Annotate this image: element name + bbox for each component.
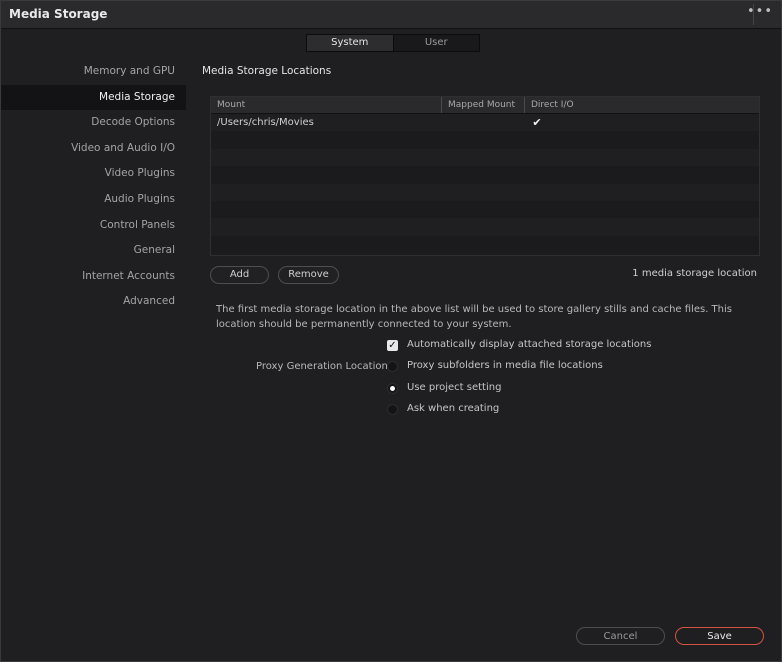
auto-display-checkbox[interactable]: ✓ [387, 340, 398, 351]
direct-io-cell[interactable]: ✔ [525, 114, 759, 131]
window-title: Media Storage [9, 7, 108, 21]
sidebar-item-control-panels[interactable]: Control Panels [1, 213, 186, 239]
radio-label: Proxy subfolders in media file locations [407, 360, 603, 371]
radio-proxy-subfolders[interactable] [387, 361, 398, 372]
sidebar-item-video-audio-io[interactable]: Video and Audio I/O [1, 136, 186, 162]
storage-locations-table: Mount Mapped Mount Direct I/O /Users/chr… [210, 96, 760, 256]
proxy-generation-label: Proxy Generation Location [256, 361, 388, 372]
mapped-mount-cell [442, 114, 525, 131]
info-text: The first media storage location in the … [216, 304, 732, 330]
tab-switcher: System User [306, 34, 480, 52]
more-options-icon[interactable]: ••• [747, 4, 773, 19]
save-button[interactable]: Save [675, 627, 764, 645]
sidebar: Memory and GPU Media Storage Decode Opti… [1, 59, 186, 315]
table-row [211, 183, 759, 201]
sidebar-item-general[interactable]: General [1, 238, 186, 264]
table-body: /Users/chris/Movies ✔ [211, 114, 759, 254]
table-header: Mount Mapped Mount Direct I/O [211, 97, 759, 114]
sidebar-item-media-storage[interactable]: Media Storage [1, 84, 186, 111]
cancel-button[interactable]: Cancel [576, 627, 665, 645]
sidebar-item-memory-gpu[interactable]: Memory and GPU [1, 59, 186, 85]
sidebar-item-internet-accounts[interactable]: Internet Accounts [1, 264, 186, 290]
sidebar-item-advanced[interactable]: Advanced [1, 289, 186, 315]
sidebar-item-video-plugins[interactable]: Video Plugins [1, 161, 186, 187]
storage-count-label: 1 media storage location [632, 268, 757, 279]
table-row [211, 218, 759, 236]
table-row [211, 148, 759, 167]
mount-path-cell: /Users/chris/Movies [217, 117, 314, 128]
tab-system[interactable]: System [307, 35, 394, 51]
column-header-direct-io[interactable]: Direct I/O [525, 97, 759, 113]
preferences-window: Media Storage ••• System User Memory and… [0, 0, 782, 662]
table-row [211, 131, 759, 149]
radio-label: Ask when creating [407, 403, 500, 414]
add-button[interactable]: Add [210, 266, 269, 284]
section-title: Media Storage Locations [202, 65, 332, 77]
table-row [211, 200, 759, 219]
radio-ask-when-creating[interactable] [387, 404, 398, 415]
sidebar-item-audio-plugins[interactable]: Audio Plugins [1, 187, 186, 213]
column-header-mapped-mount[interactable]: Mapped Mount [442, 97, 525, 113]
checkmark-icon: ✔ [532, 116, 542, 129]
column-header-mount[interactable]: Mount [211, 97, 442, 113]
sidebar-item-decode-options[interactable]: Decode Options [1, 110, 186, 136]
tab-user[interactable]: User [394, 35, 480, 51]
title-bar: Media Storage ••• [1, 1, 781, 29]
table-row [211, 235, 759, 254]
table-row [211, 166, 759, 184]
auto-display-label: Automatically display attached storage l… [407, 339, 652, 350]
radio-label: Use project setting [407, 382, 502, 393]
table-row[interactable]: /Users/chris/Movies ✔ [211, 114, 759, 132]
radio-use-project-setting[interactable] [387, 383, 398, 394]
remove-button[interactable]: Remove [278, 266, 339, 284]
